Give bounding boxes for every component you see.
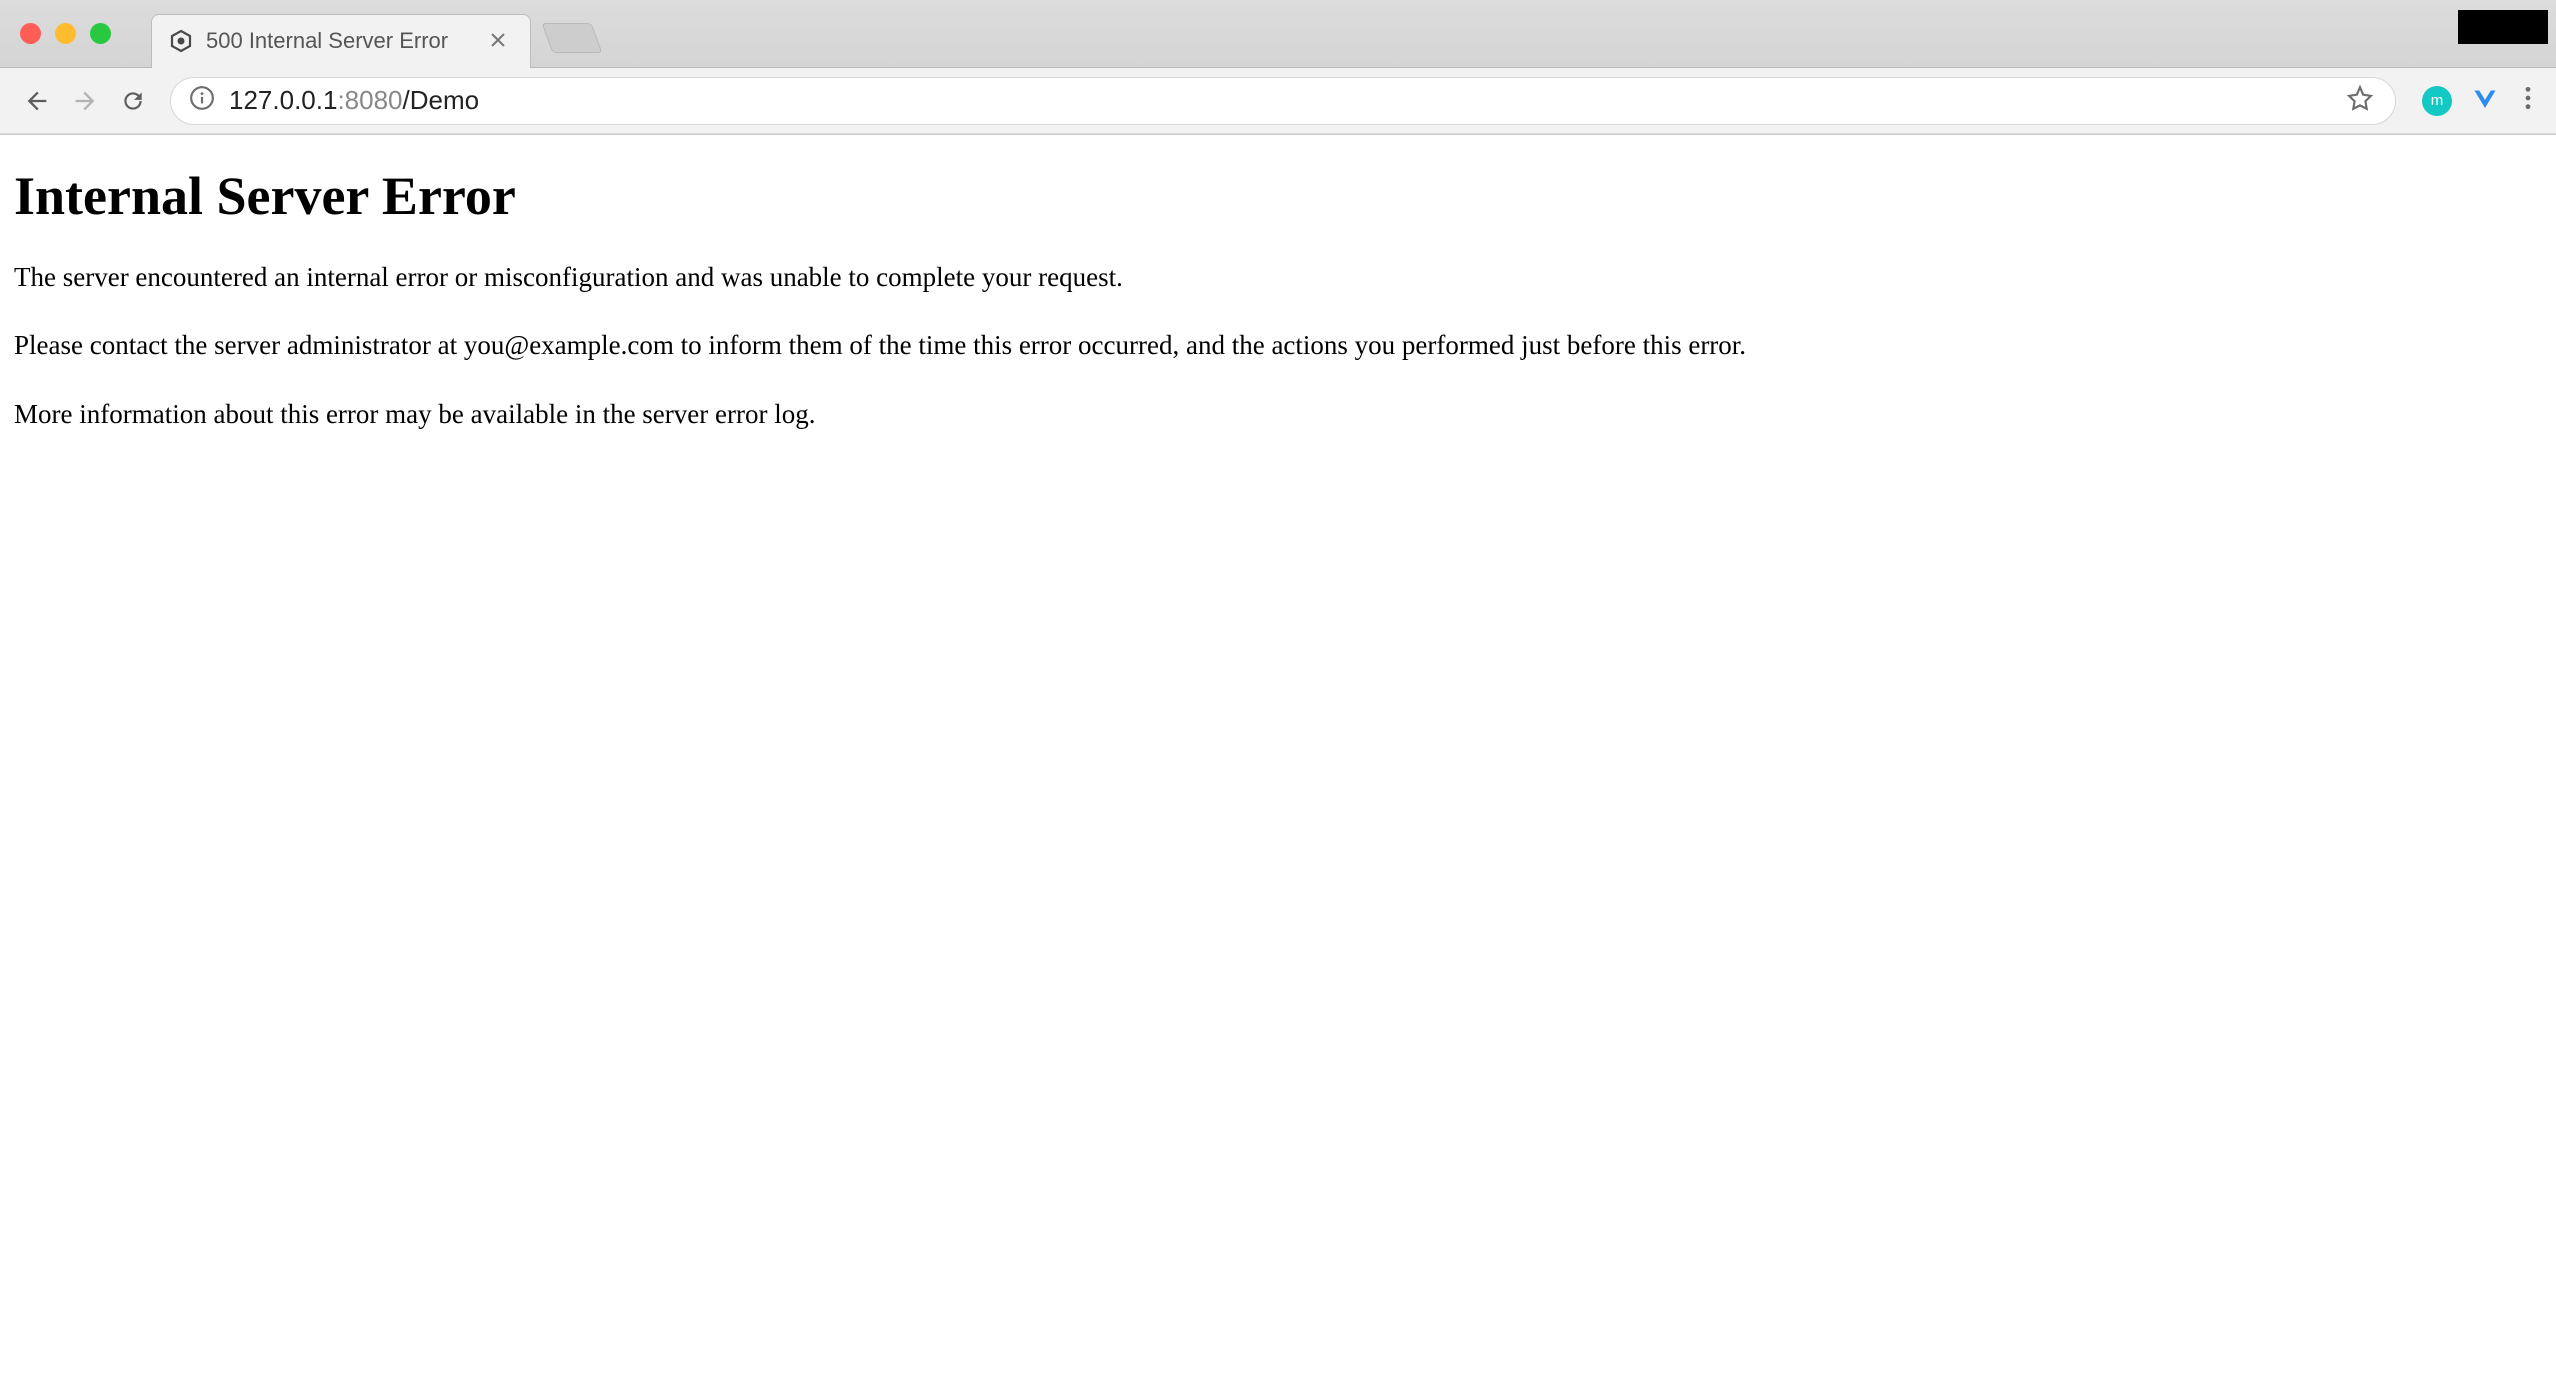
redacted-area bbox=[2458, 10, 2548, 44]
url-port: :8080 bbox=[337, 85, 402, 115]
browser-menu-button[interactable] bbox=[2516, 77, 2540, 124]
tab-close-button[interactable] bbox=[486, 28, 510, 54]
extension-icon-vue[interactable] bbox=[2468, 84, 2502, 118]
error-heading: Internal Server Error bbox=[14, 165, 2542, 227]
url-host: 127.0.0.1 bbox=[229, 85, 337, 115]
browser-chrome: 500 Internal Server Error 127.0.0.1:8080… bbox=[0, 0, 2556, 135]
error-paragraph-2: Please contact the server administrator … bbox=[14, 327, 2542, 363]
reload-button[interactable] bbox=[112, 80, 154, 122]
bookmark-star-icon[interactable] bbox=[2343, 81, 2377, 120]
forward-button[interactable] bbox=[64, 80, 106, 122]
site-info-icon[interactable] bbox=[189, 85, 215, 116]
new-tab-button[interactable] bbox=[542, 23, 603, 53]
tab-title: 500 Internal Server Error bbox=[206, 28, 448, 54]
error-paragraph-1: The server encountered an internal error… bbox=[14, 259, 2542, 295]
tab-favicon-icon bbox=[168, 28, 194, 54]
tab-bar: 500 Internal Server Error bbox=[0, 0, 2556, 68]
url-text: 127.0.0.1:8080/Demo bbox=[229, 85, 2329, 116]
browser-tab[interactable]: 500 Internal Server Error bbox=[151, 14, 531, 68]
browser-toolbar: 127.0.0.1:8080/Demo m bbox=[0, 68, 2556, 134]
address-bar[interactable]: 127.0.0.1:8080/Demo bbox=[170, 77, 2396, 125]
extension-icon-m[interactable]: m bbox=[2420, 84, 2454, 118]
url-path: /Demo bbox=[403, 85, 480, 115]
back-button[interactable] bbox=[16, 80, 58, 122]
window-minimize-button[interactable] bbox=[55, 23, 76, 44]
window-close-button[interactable] bbox=[20, 23, 41, 44]
page-content: Internal Server Error The server encount… bbox=[0, 135, 2556, 478]
window-controls bbox=[0, 23, 111, 44]
window-maximize-button[interactable] bbox=[90, 23, 111, 44]
error-paragraph-3: More information about this error may be… bbox=[14, 396, 2542, 432]
